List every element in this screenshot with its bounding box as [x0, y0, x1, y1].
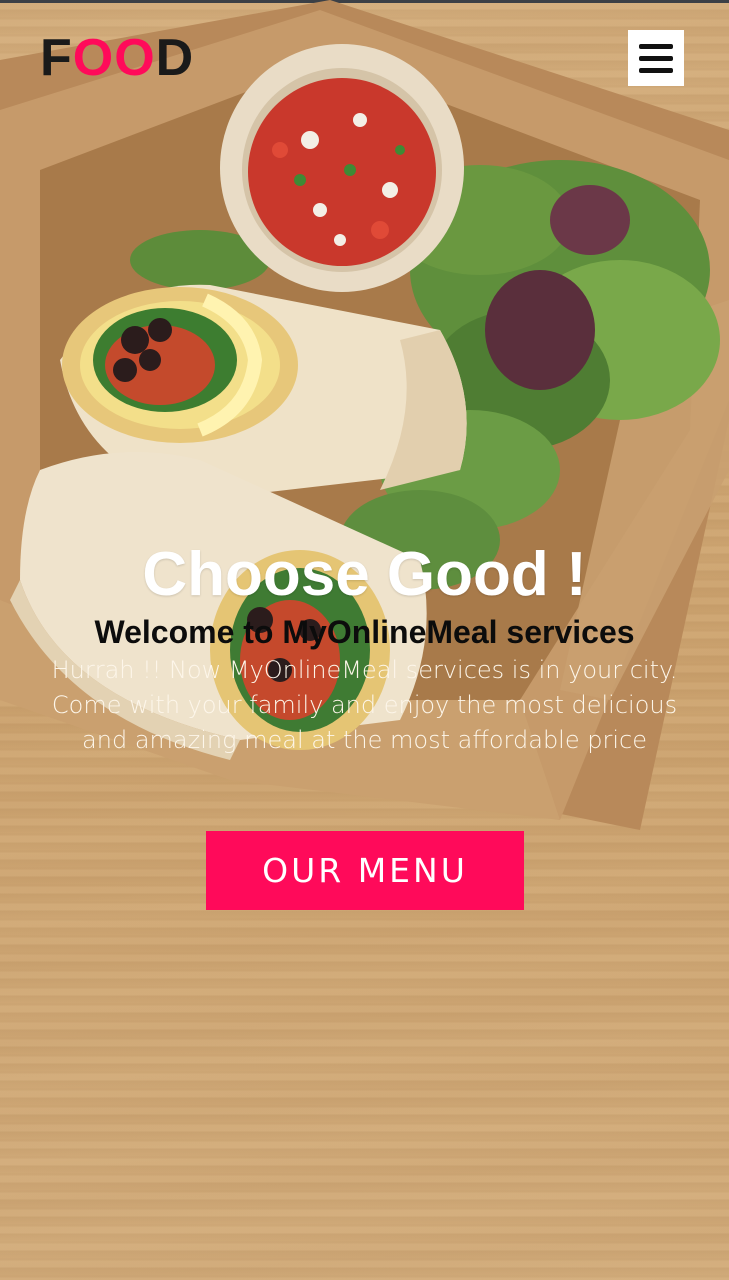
hamburger-menu-icon [639, 55, 673, 61]
hamburger-menu-icon [639, 43, 673, 49]
logo-letter: O [114, 29, 156, 87]
hamburger-menu-button[interactable] [628, 30, 684, 86]
hamburger-menu-icon [639, 67, 673, 73]
hero-section: Choose Good ! Welcome to MyOnlineMeal se… [0, 535, 729, 758]
salsa-cup [220, 44, 464, 292]
hero-title: Choose Good ! [142, 540, 587, 609]
our-menu-button[interactable]: OUR MENU [206, 831, 524, 910]
logo-letter: D [155, 29, 195, 87]
logo-letter: F [40, 29, 73, 87]
hero-subtitle: Welcome to MyOnlineMeal services [94, 614, 635, 650]
hero-description: Hurrah !! Now MyOnlineMeal services is i… [51, 656, 678, 754]
logo-letter: O [72, 29, 115, 87]
brand-logo[interactable]: FOOD [40, 28, 194, 88]
